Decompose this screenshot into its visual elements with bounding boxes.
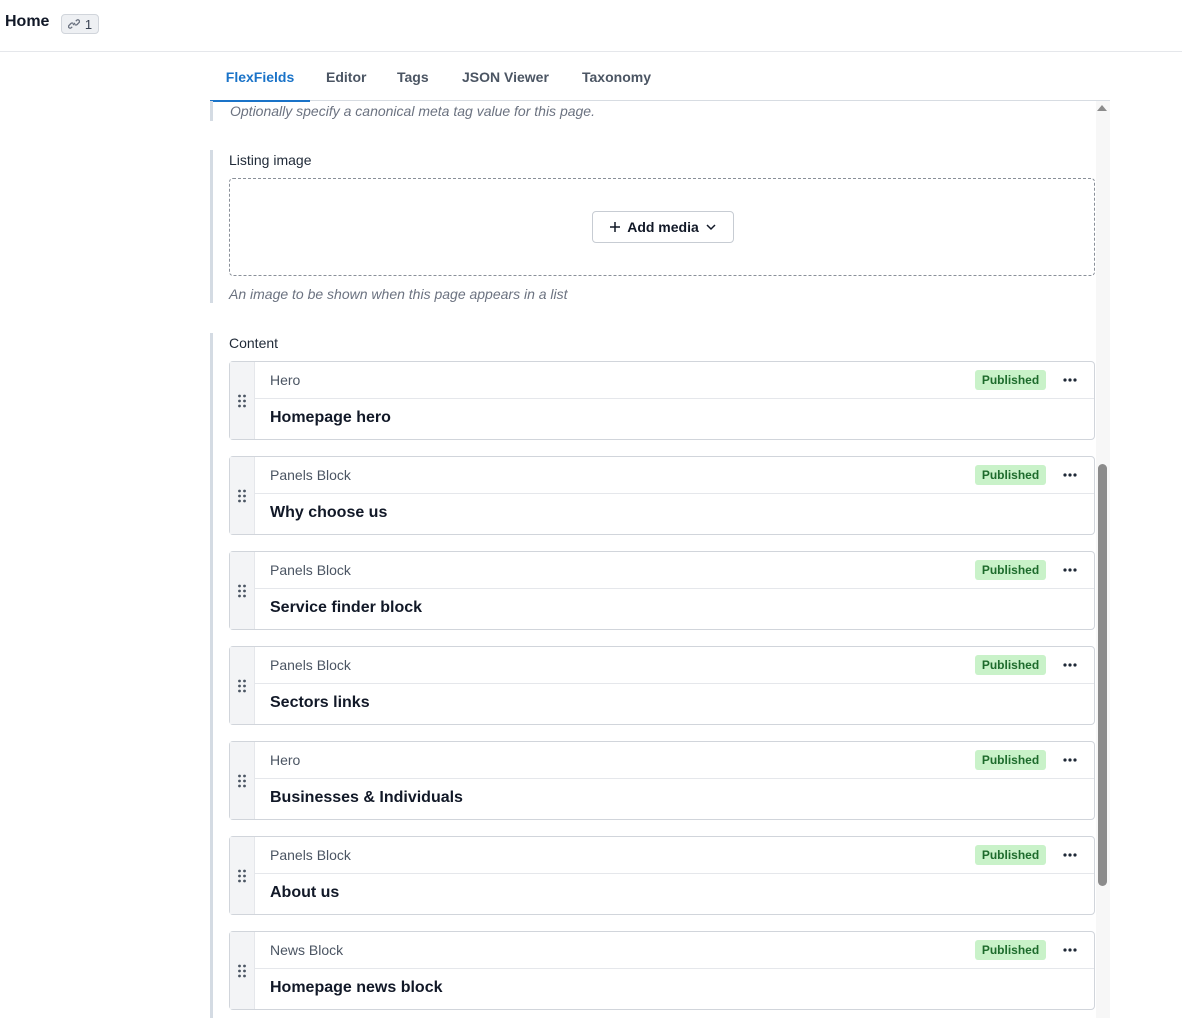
status-badge: Published bbox=[975, 370, 1046, 390]
block-type: Panels Block bbox=[270, 467, 351, 483]
drag-handle-icon bbox=[238, 869, 246, 883]
drag-handle[interactable] bbox=[230, 837, 255, 914]
block-type: News Block bbox=[270, 942, 344, 958]
status-badge: Published bbox=[975, 560, 1046, 580]
fields-panel[interactable]: Optionally specify a canonical meta tag … bbox=[210, 101, 1110, 1018]
content-block[interactable]: Panels Block Published Sectors links bbox=[229, 646, 1095, 725]
more-actions-button[interactable] bbox=[1060, 561, 1080, 579]
listing-image-help-text: An image to be shown when this page appe… bbox=[229, 286, 568, 302]
block-type: Panels Block bbox=[270, 657, 351, 673]
content-block[interactable]: Hero Published Homepage hero bbox=[229, 361, 1095, 440]
tab-tags[interactable]: Tags bbox=[397, 58, 429, 100]
link-count-badge[interactable]: 1 bbox=[61, 14, 99, 34]
status-badge: Published bbox=[975, 465, 1046, 485]
content-block[interactable]: Panels Block Published Service finder bloc… bbox=[229, 551, 1095, 630]
drag-handle[interactable] bbox=[230, 552, 255, 629]
more-actions-button[interactable] bbox=[1060, 466, 1080, 484]
tab-editor[interactable]: Editor bbox=[326, 58, 366, 100]
block-title[interactable]: About us bbox=[270, 884, 339, 902]
content-block[interactable]: Panels Block Published About us bbox=[229, 836, 1095, 915]
more-actions-button[interactable] bbox=[1060, 941, 1080, 959]
more-icon bbox=[1063, 568, 1077, 572]
tab-flexfields[interactable]: FlexFields bbox=[210, 58, 310, 102]
more-actions-button[interactable] bbox=[1060, 656, 1080, 674]
more-icon bbox=[1063, 853, 1077, 857]
block-divider bbox=[254, 398, 1094, 399]
block-type: Panels Block bbox=[270, 847, 351, 863]
block-divider bbox=[254, 493, 1094, 494]
content-field-rule bbox=[210, 333, 216, 1018]
add-media-label: Add media bbox=[627, 219, 699, 235]
content-block[interactable]: Hero Published Businesses & Individuals bbox=[229, 741, 1095, 820]
tab-json-viewer[interactable]: JSON Viewer bbox=[462, 58, 549, 100]
more-icon bbox=[1063, 663, 1077, 667]
more-actions-button[interactable] bbox=[1060, 846, 1080, 864]
block-divider bbox=[254, 778, 1094, 779]
drag-handle-icon bbox=[238, 394, 246, 408]
block-title[interactable]: Homepage news block bbox=[270, 979, 443, 997]
more-icon bbox=[1063, 758, 1077, 762]
drag-handle-icon bbox=[238, 489, 246, 503]
block-title[interactable]: Service finder block bbox=[270, 599, 422, 617]
block-divider bbox=[254, 873, 1094, 874]
block-type: Hero bbox=[270, 752, 301, 768]
drag-handle[interactable] bbox=[230, 647, 255, 724]
status-badge: Published bbox=[975, 940, 1046, 960]
block-type: Panels Block bbox=[270, 562, 351, 578]
block-divider bbox=[254, 683, 1094, 684]
listing-image-dropzone[interactable]: Add media bbox=[229, 178, 1095, 276]
more-icon bbox=[1063, 948, 1077, 952]
block-title[interactable]: Why choose us bbox=[270, 504, 387, 522]
block-title[interactable]: Sectors links bbox=[270, 694, 370, 712]
canonical-field-rule bbox=[210, 101, 216, 121]
add-media-button[interactable]: Add media bbox=[592, 211, 734, 243]
content-block[interactable]: Panels Block Published Why choose us bbox=[229, 456, 1095, 535]
content-label: Content bbox=[229, 335, 279, 351]
more-actions-button[interactable] bbox=[1060, 751, 1080, 769]
status-badge: Published bbox=[975, 845, 1046, 865]
top-bar: Home 1 bbox=[0, 0, 1182, 52]
link-icon bbox=[67, 19, 80, 29]
link-count: 1 bbox=[84, 16, 93, 32]
block-title[interactable]: Businesses & Individuals bbox=[270, 789, 463, 807]
scrollbar-thumb[interactable] bbox=[1098, 464, 1107, 886]
chevron-down-icon bbox=[706, 224, 716, 231]
more-actions-button[interactable] bbox=[1060, 371, 1080, 389]
more-icon bbox=[1063, 378, 1077, 382]
listing-image-label: Listing image bbox=[229, 152, 312, 168]
content-block[interactable]: News Block Published Homepage news block bbox=[229, 931, 1095, 1010]
block-divider bbox=[254, 588, 1094, 589]
status-badge: Published bbox=[975, 750, 1046, 770]
drag-handle[interactable] bbox=[230, 457, 255, 534]
drag-handle-icon bbox=[238, 774, 246, 788]
block-divider bbox=[254, 968, 1094, 969]
drag-handle-icon bbox=[238, 964, 246, 978]
scroll-up-icon[interactable] bbox=[1097, 105, 1107, 111]
tab-taxonomy[interactable]: Taxonomy bbox=[582, 58, 651, 100]
block-title[interactable]: Homepage hero bbox=[270, 409, 391, 427]
drag-handle[interactable] bbox=[230, 742, 255, 819]
more-icon bbox=[1063, 473, 1077, 477]
status-badge: Published bbox=[975, 655, 1046, 675]
drag-handle[interactable] bbox=[230, 362, 255, 439]
listing-image-field-rule bbox=[210, 150, 216, 303]
tab-bar: FlexFields Editor Tags JSON Viewer Taxon… bbox=[210, 58, 1110, 102]
drag-handle-icon bbox=[238, 584, 246, 598]
canonical-help-text: Optionally specify a canonical meta tag … bbox=[230, 103, 595, 119]
plus-icon bbox=[610, 222, 621, 232]
drag-handle[interactable] bbox=[230, 932, 255, 1009]
drag-handle-icon bbox=[238, 679, 246, 693]
block-type: Hero bbox=[270, 372, 301, 388]
page-title: Home bbox=[5, 13, 50, 30]
